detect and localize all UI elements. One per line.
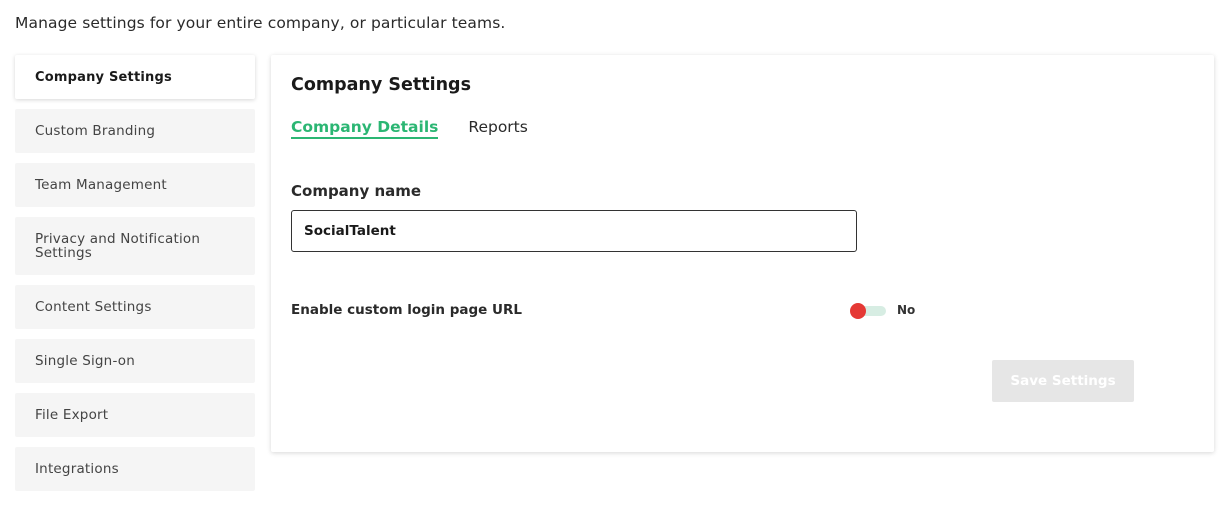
sidebar-item-single-sign-on[interactable]: Single Sign-on <box>15 339 255 383</box>
sidebar-item-label: Team Management <box>35 177 167 193</box>
page-intro: Manage settings for your entire company,… <box>15 14 506 32</box>
sidebar-item-integrations[interactable]: Integrations <box>15 447 255 491</box>
sidebar-item-label: Privacy and Notification Settings <box>35 231 201 261</box>
company-name-label: Company name <box>291 182 422 200</box>
toggle-knob <box>850 303 866 319</box>
sidebar-item-custom-branding[interactable]: Custom Branding <box>15 109 255 153</box>
sidebar-item-privacy-notification[interactable]: Privacy and Notification Settings <box>15 217 255 275</box>
sidebar-item-content-settings[interactable]: Content Settings <box>15 285 255 329</box>
sidebar-item-label: Content Settings <box>35 299 152 315</box>
settings-tabs: Company Details Reports <box>291 118 558 139</box>
settings-page: Manage settings for your entire company,… <box>0 0 1231 520</box>
sidebar-item-label: Company Settings <box>35 69 172 85</box>
settings-panel: Company Settings Company Details Reports… <box>271 55 1214 452</box>
settings-sidebar: Company Settings Custom Branding Team Ma… <box>15 55 255 501</box>
sidebar-item-label: Single Sign-on <box>35 353 135 369</box>
save-settings-button[interactable]: Save Settings <box>992 360 1134 402</box>
custom-login-label: Enable custom login page URL <box>291 302 522 318</box>
company-name-input[interactable] <box>291 210 857 252</box>
sidebar-item-label: File Export <box>35 407 109 423</box>
panel-title: Company Settings <box>291 75 471 95</box>
toggle-state-label: No <box>897 303 916 317</box>
tab-company-details[interactable]: Company Details <box>291 118 439 139</box>
tab-reports[interactable]: Reports <box>468 118 527 139</box>
sidebar-item-team-management[interactable]: Team Management <box>15 163 255 207</box>
sidebar-item-file-export[interactable]: File Export <box>15 393 255 437</box>
custom-login-toggle[interactable] <box>850 303 886 319</box>
sidebar-item-label: Integrations <box>35 461 119 477</box>
sidebar-item-company-settings[interactable]: Company Settings <box>15 55 255 99</box>
sidebar-item-label: Custom Branding <box>35 123 156 139</box>
